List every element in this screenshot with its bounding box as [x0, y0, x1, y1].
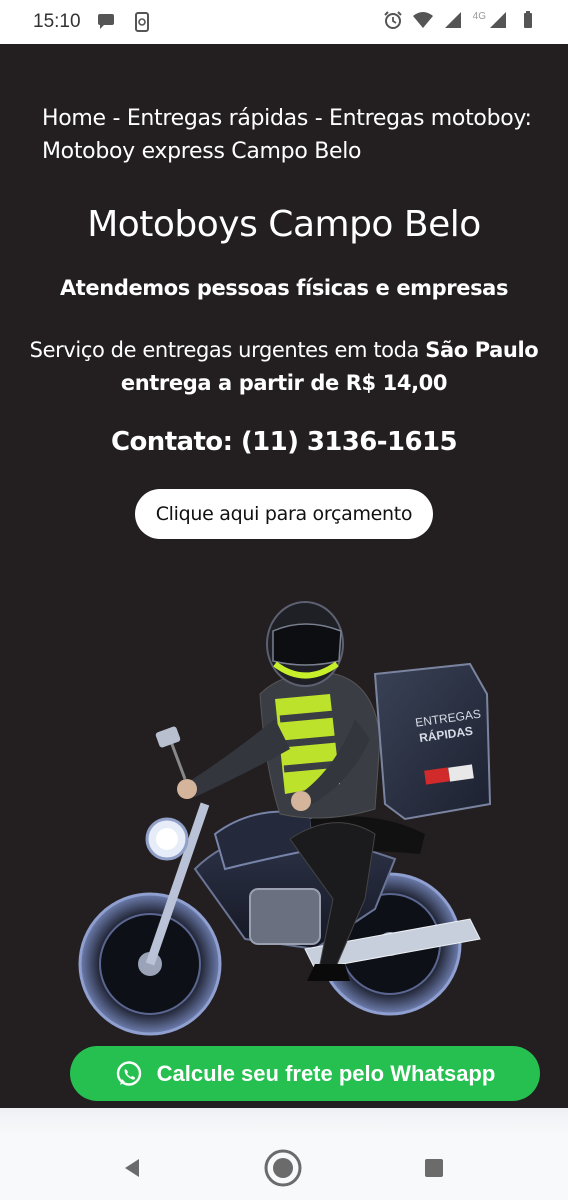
- wifi-icon: [412, 12, 433, 28]
- chat-bubble-icon: [98, 14, 114, 29]
- contact-phone[interactable]: Contato: (11) 3136-1615: [0, 427, 568, 457]
- signal-4g-icon: [490, 12, 506, 28]
- home-icon: [264, 1149, 302, 1187]
- page-title: Motoboys Campo Belo: [87, 204, 481, 245]
- phone-update-icon: [135, 12, 149, 32]
- service-prefix: Serviço de entregas urgentes em toda: [29, 338, 426, 362]
- service-description: Serviço de entregas urgentes em toda São…: [20, 334, 548, 400]
- back-button[interactable]: [112, 1148, 152, 1188]
- service-price: entrega a partir de R$ 14,00: [120, 371, 448, 395]
- status-right-icons: 4G: [383, 10, 538, 30]
- whatsapp-icon: [116, 1060, 141, 1086]
- main-content: Home - Entregas rápidas - Entregas motob…: [0, 44, 568, 1108]
- navigation-bar: [0, 1132, 568, 1200]
- whatsapp-button[interactable]: Calcule seu frete pelo Whatsapp: [70, 1046, 540, 1101]
- quote-button[interactable]: Clique aqui para orçamento: [135, 489, 433, 539]
- breadcrumb-home[interactable]: Home: [42, 106, 106, 131]
- home-button[interactable]: [263, 1148, 303, 1188]
- subtitle: Atendemos pessoas físicas e empresas: [59, 276, 509, 300]
- status-left-icons: [96, 12, 152, 32]
- breadcrumb-separator: -: [308, 106, 330, 131]
- back-icon: [125, 1159, 139, 1177]
- whatsapp-label: Calcule seu frete pelo Whatsapp: [156, 1060, 496, 1086]
- breadcrumb-separator: -: [105, 106, 127, 131]
- recents-button[interactable]: [414, 1148, 454, 1188]
- status-time: 15:10: [33, 11, 81, 32]
- page-bottom-strip: [0, 1108, 568, 1132]
- alarm-icon: [383, 11, 402, 29]
- breadcrumb: Home - Entregas rápidas - Entregas motob…: [42, 102, 542, 168]
- status-bar: 15:10 4G: [0, 0, 568, 44]
- breadcrumb-entregas-rapidas[interactable]: Entregas rápidas: [127, 106, 308, 131]
- recents-icon: [425, 1159, 443, 1177]
- motoboy-illustration: ENTREGAS RÁPIDAS: [78, 601, 492, 1036]
- signal-icon: [444, 12, 461, 28]
- battery-icon: [524, 11, 532, 28]
- service-city: São Paulo: [425, 338, 539, 362]
- network-label: 4G: [472, 10, 486, 22]
